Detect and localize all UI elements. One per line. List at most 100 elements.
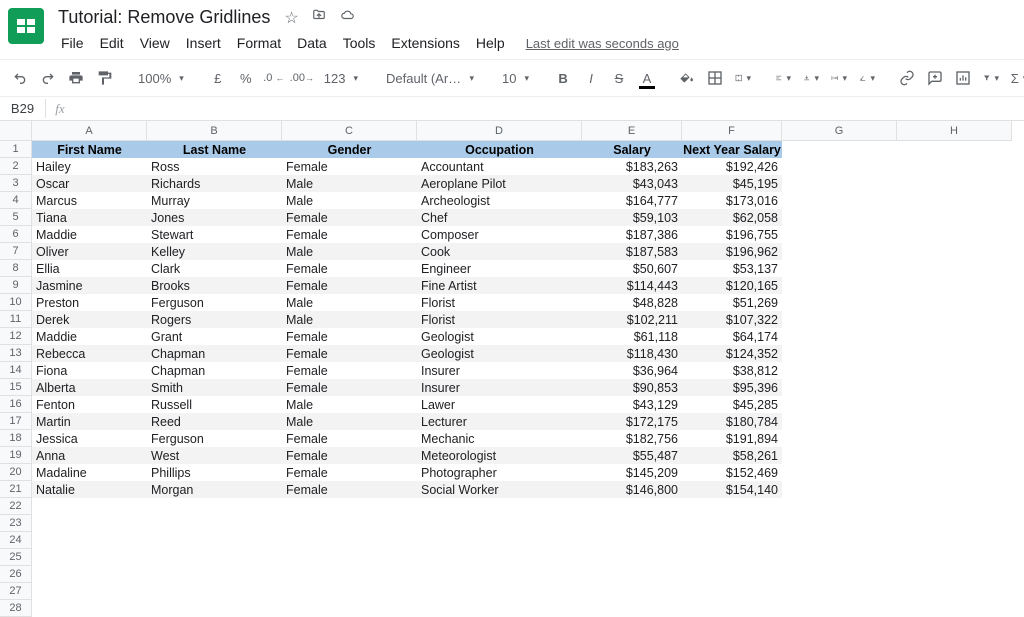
cell[interactable] xyxy=(782,226,897,243)
row-header[interactable]: 21 xyxy=(0,481,32,498)
cell[interactable]: $107,322 xyxy=(682,311,782,328)
filter-button[interactable] xyxy=(979,65,1003,91)
cell[interactable] xyxy=(782,243,897,260)
cell[interactable] xyxy=(782,345,897,362)
row-header[interactable]: 6 xyxy=(0,226,32,243)
cell[interactable] xyxy=(897,447,1012,464)
document-title[interactable]: Tutorial: Remove Gridlines xyxy=(54,6,274,29)
cell[interactable] xyxy=(682,532,782,549)
cell[interactable] xyxy=(897,430,1012,447)
cell[interactable] xyxy=(897,396,1012,413)
undo-button[interactable] xyxy=(8,65,32,91)
row-header[interactable]: 26 xyxy=(0,566,32,583)
cell[interactable]: Ferguson xyxy=(147,430,282,447)
increase-decimal-button[interactable]: .00→ xyxy=(290,65,314,91)
menu-tools[interactable]: Tools xyxy=(336,31,383,55)
fill-color-button[interactable] xyxy=(675,65,699,91)
cell[interactable]: Female xyxy=(282,209,417,226)
cell[interactable]: $38,812 xyxy=(682,362,782,379)
bold-button[interactable]: B xyxy=(551,65,575,91)
cell[interactable] xyxy=(32,515,147,532)
cell[interactable] xyxy=(147,583,282,600)
row-header[interactable]: 15 xyxy=(0,379,32,396)
cell[interactable]: Mechanic xyxy=(417,430,582,447)
row-header[interactable]: 14 xyxy=(0,362,32,379)
cell[interactable]: Martin xyxy=(32,413,147,430)
cell[interactable]: Lecturer xyxy=(417,413,582,430)
cell[interactable]: Fenton xyxy=(32,396,147,413)
row-header[interactable]: 7 xyxy=(0,243,32,260)
cell[interactable]: Fiona xyxy=(32,362,147,379)
text-wrap-button[interactable] xyxy=(827,65,851,91)
italic-button[interactable]: I xyxy=(579,65,603,91)
cell[interactable]: Cook xyxy=(417,243,582,260)
cell[interactable]: Ellia xyxy=(32,260,147,277)
cell[interactable]: $196,962 xyxy=(682,243,782,260)
cell[interactable]: Geologist xyxy=(417,328,582,345)
cell[interactable] xyxy=(32,583,147,600)
cell[interactable]: Male xyxy=(282,192,417,209)
row-header[interactable]: 8 xyxy=(0,260,32,277)
cell[interactable] xyxy=(782,549,897,566)
cell[interactable] xyxy=(582,583,682,600)
cell[interactable]: Female xyxy=(282,260,417,277)
cell[interactable] xyxy=(582,515,682,532)
cell[interactable] xyxy=(147,532,282,549)
cell[interactable] xyxy=(682,498,782,515)
cell[interactable]: Murray xyxy=(147,192,282,209)
cell[interactable]: $120,165 xyxy=(682,277,782,294)
cell[interactable]: Lawer xyxy=(417,396,582,413)
cell[interactable] xyxy=(782,294,897,311)
cell[interactable]: Morgan xyxy=(147,481,282,498)
row-header[interactable]: 28 xyxy=(0,600,32,617)
cell[interactable] xyxy=(782,209,897,226)
cell[interactable] xyxy=(897,175,1012,192)
cell[interactable] xyxy=(282,566,417,583)
column-header-B[interactable]: B xyxy=(147,121,282,141)
cell[interactable] xyxy=(897,379,1012,396)
cell[interactable] xyxy=(782,175,897,192)
cell[interactable]: Archeologist xyxy=(417,192,582,209)
cell[interactable] xyxy=(897,549,1012,566)
cell[interactable] xyxy=(782,430,897,447)
cell[interactable]: $145,209 xyxy=(582,464,682,481)
row-header[interactable]: 13 xyxy=(0,345,32,362)
cell[interactable]: Chapman xyxy=(147,362,282,379)
cell[interactable]: $146,800 xyxy=(582,481,682,498)
cell[interactable] xyxy=(782,328,897,345)
zoom-select[interactable]: 100% xyxy=(132,65,190,91)
cell[interactable] xyxy=(782,379,897,396)
cell[interactable]: $124,352 xyxy=(682,345,782,362)
cell[interactable]: $50,607 xyxy=(582,260,682,277)
cell[interactable] xyxy=(32,566,147,583)
cell[interactable]: Geologist xyxy=(417,345,582,362)
column-header-G[interactable]: G xyxy=(782,121,897,141)
cell[interactable]: $45,285 xyxy=(682,396,782,413)
row-header[interactable]: 24 xyxy=(0,532,32,549)
row-header[interactable]: 5 xyxy=(0,209,32,226)
cell[interactable] xyxy=(32,600,147,617)
cell[interactable]: $36,964 xyxy=(582,362,682,379)
cell[interactable]: West xyxy=(147,447,282,464)
cell[interactable] xyxy=(417,532,582,549)
cell[interactable]: $55,487 xyxy=(582,447,682,464)
cell[interactable] xyxy=(782,413,897,430)
star-icon[interactable]: ☆ xyxy=(284,8,298,28)
menu-edit[interactable]: Edit xyxy=(93,31,131,55)
cell[interactable] xyxy=(282,532,417,549)
menu-extensions[interactable]: Extensions xyxy=(384,31,466,55)
row-header[interactable]: 12 xyxy=(0,328,32,345)
row-header[interactable]: 18 xyxy=(0,430,32,447)
cell[interactable] xyxy=(417,498,582,515)
cell[interactable] xyxy=(417,515,582,532)
paint-format-button[interactable] xyxy=(92,65,116,91)
cell[interactable]: $187,386 xyxy=(582,226,682,243)
row-header[interactable]: 1 xyxy=(0,141,32,158)
cell[interactable]: Derek xyxy=(32,311,147,328)
cell[interactable] xyxy=(897,158,1012,175)
strikethrough-button[interactable]: S xyxy=(607,65,631,91)
cell[interactable] xyxy=(897,141,1012,158)
cell[interactable]: Rebecca xyxy=(32,345,147,362)
cell[interactable]: Hailey xyxy=(32,158,147,175)
cell[interactable]: Female xyxy=(282,464,417,481)
